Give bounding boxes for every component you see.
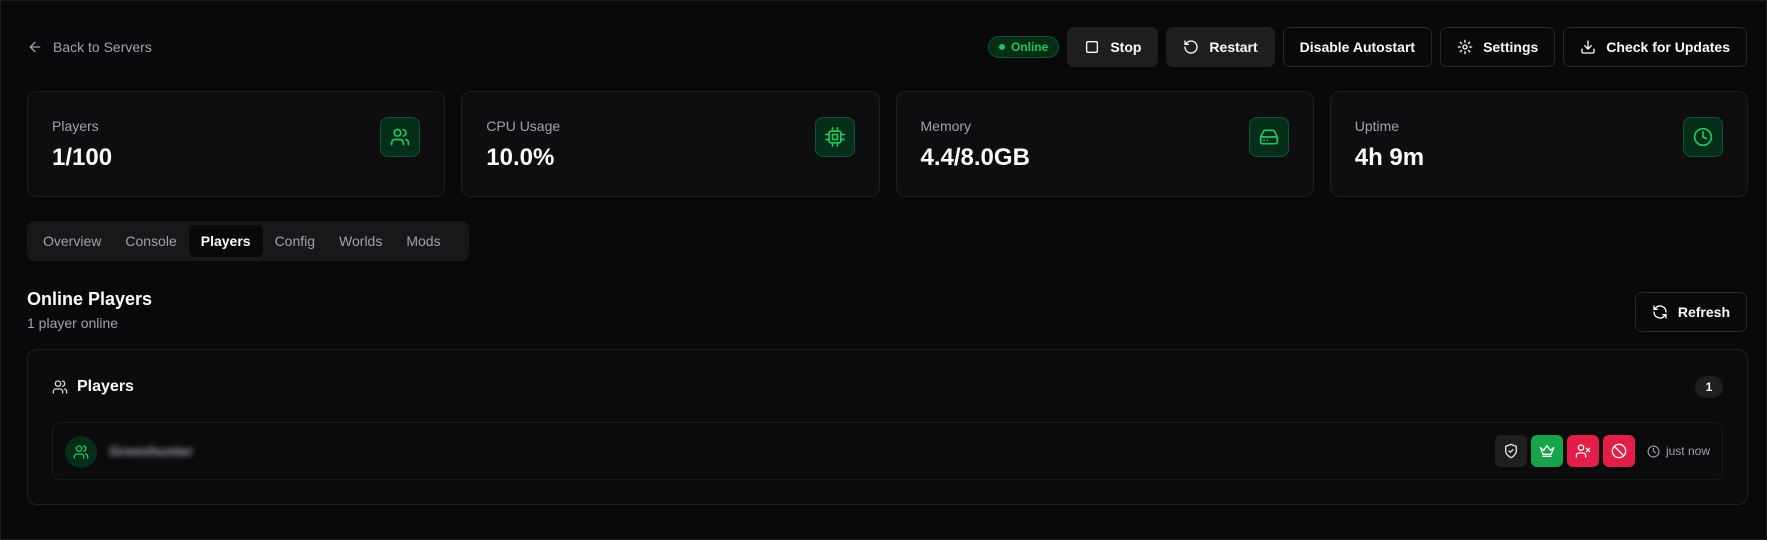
arrow-left-icon	[29, 41, 41, 53]
tab-mods[interactable]: Mods	[394, 225, 452, 257]
stat-value: 4h 9m	[1354, 144, 1425, 171]
download-icon	[1581, 40, 1595, 54]
rotate-ccw-icon	[1184, 40, 1199, 54]
status-badge: Online	[987, 36, 1060, 58]
refresh-button[interactable]: Refresh	[1634, 292, 1747, 332]
ban-button[interactable]	[1602, 435, 1635, 467]
player-name: Greenhunter	[109, 443, 194, 459]
users-icon	[73, 445, 89, 459]
disable-autostart-button[interactable]: Disable Autostart	[1282, 27, 1433, 67]
player-actions: just now	[1494, 435, 1710, 467]
kick-button[interactable]	[1566, 435, 1599, 467]
tab-console[interactable]: Console	[113, 225, 188, 257]
refresh-icon	[1653, 305, 1667, 319]
stat-card-cpu: CPU Usage 10.0%	[461, 91, 880, 197]
last-seen: just now	[1647, 444, 1710, 458]
tab-players[interactable]: Players	[188, 225, 263, 257]
check-updates-label: Check for Updates	[1606, 39, 1730, 55]
section-title: Online Players	[27, 289, 153, 309]
stats-row: Players 1/100 CPU Usage 10.0% Memory 4.4…	[27, 91, 1748, 197]
check-updates-button[interactable]: Check for Updates	[1563, 27, 1747, 67]
stat-value: 10.0%	[486, 144, 555, 171]
hard-drive-icon	[1248, 117, 1289, 157]
tab-config[interactable]: Config	[263, 225, 327, 257]
users-icon	[380, 117, 421, 157]
tab-bar: Overview Console Players Config Worlds M…	[27, 221, 469, 261]
stat-label: Memory	[920, 118, 972, 134]
panel-title-label: Players	[77, 378, 134, 395]
stat-value: 4.4/8.0GB	[920, 144, 1030, 171]
cpu-icon	[814, 117, 855, 157]
gear-icon	[1457, 39, 1473, 55]
square-icon	[1086, 41, 1099, 53]
back-link-label: Back to Servers	[53, 39, 152, 55]
restart-button-label: Restart	[1209, 39, 1258, 55]
server-actions: Online Stop Restart Disable Autostart Se…	[987, 27, 1747, 67]
disable-autostart-label: Disable Autostart	[1299, 39, 1416, 55]
restart-button[interactable]: Restart	[1166, 27, 1275, 67]
stop-button-label: Stop	[1110, 39, 1142, 55]
crown-icon	[1539, 445, 1555, 457]
ban-icon	[1611, 443, 1627, 459]
clock-icon	[1683, 117, 1723, 157]
user-x-icon	[1575, 444, 1591, 458]
stat-value: 1/100	[52, 144, 113, 171]
players-panel: Players 1 Greenhunter just now	[27, 349, 1748, 505]
section-subtitle: 1 player online	[27, 315, 119, 331]
player-count-badge: 1	[1695, 376, 1723, 398]
status-label: Online	[1010, 40, 1049, 54]
clock-icon	[1647, 445, 1660, 457]
settings-button[interactable]: Settings	[1440, 27, 1556, 67]
panel-title: Players	[52, 376, 134, 398]
status-dot	[998, 44, 1005, 50]
settings-button-label: Settings	[1483, 39, 1539, 55]
stat-card-memory: Memory 4.4/8.0GB	[895, 91, 1314, 197]
shield-check-icon	[1504, 443, 1517, 459]
users-icon	[52, 380, 68, 394]
whitelist-button[interactable]	[1494, 435, 1527, 467]
avatar	[65, 436, 97, 468]
tab-overview[interactable]: Overview	[31, 225, 113, 257]
op-button[interactable]	[1530, 435, 1563, 467]
refresh-button-label: Refresh	[1677, 304, 1730, 320]
player-row: Greenhunter just now	[52, 422, 1723, 480]
server-detail-page: Back to Servers Online Stop Restart Disa…	[0, 0, 1767, 540]
tab-worlds[interactable]: Worlds	[327, 225, 394, 257]
stat-card-players: Players 1/100	[27, 91, 446, 197]
stop-button[interactable]: Stop	[1067, 27, 1159, 67]
last-seen-label: just now	[1665, 444, 1710, 458]
stat-label: Players	[52, 118, 99, 134]
stat-card-uptime: Uptime 4h 9m	[1329, 91, 1748, 197]
stat-label: Uptime	[1354, 118, 1400, 134]
back-to-servers-link[interactable]: Back to Servers	[27, 35, 152, 59]
stat-label: CPU Usage	[486, 118, 561, 134]
